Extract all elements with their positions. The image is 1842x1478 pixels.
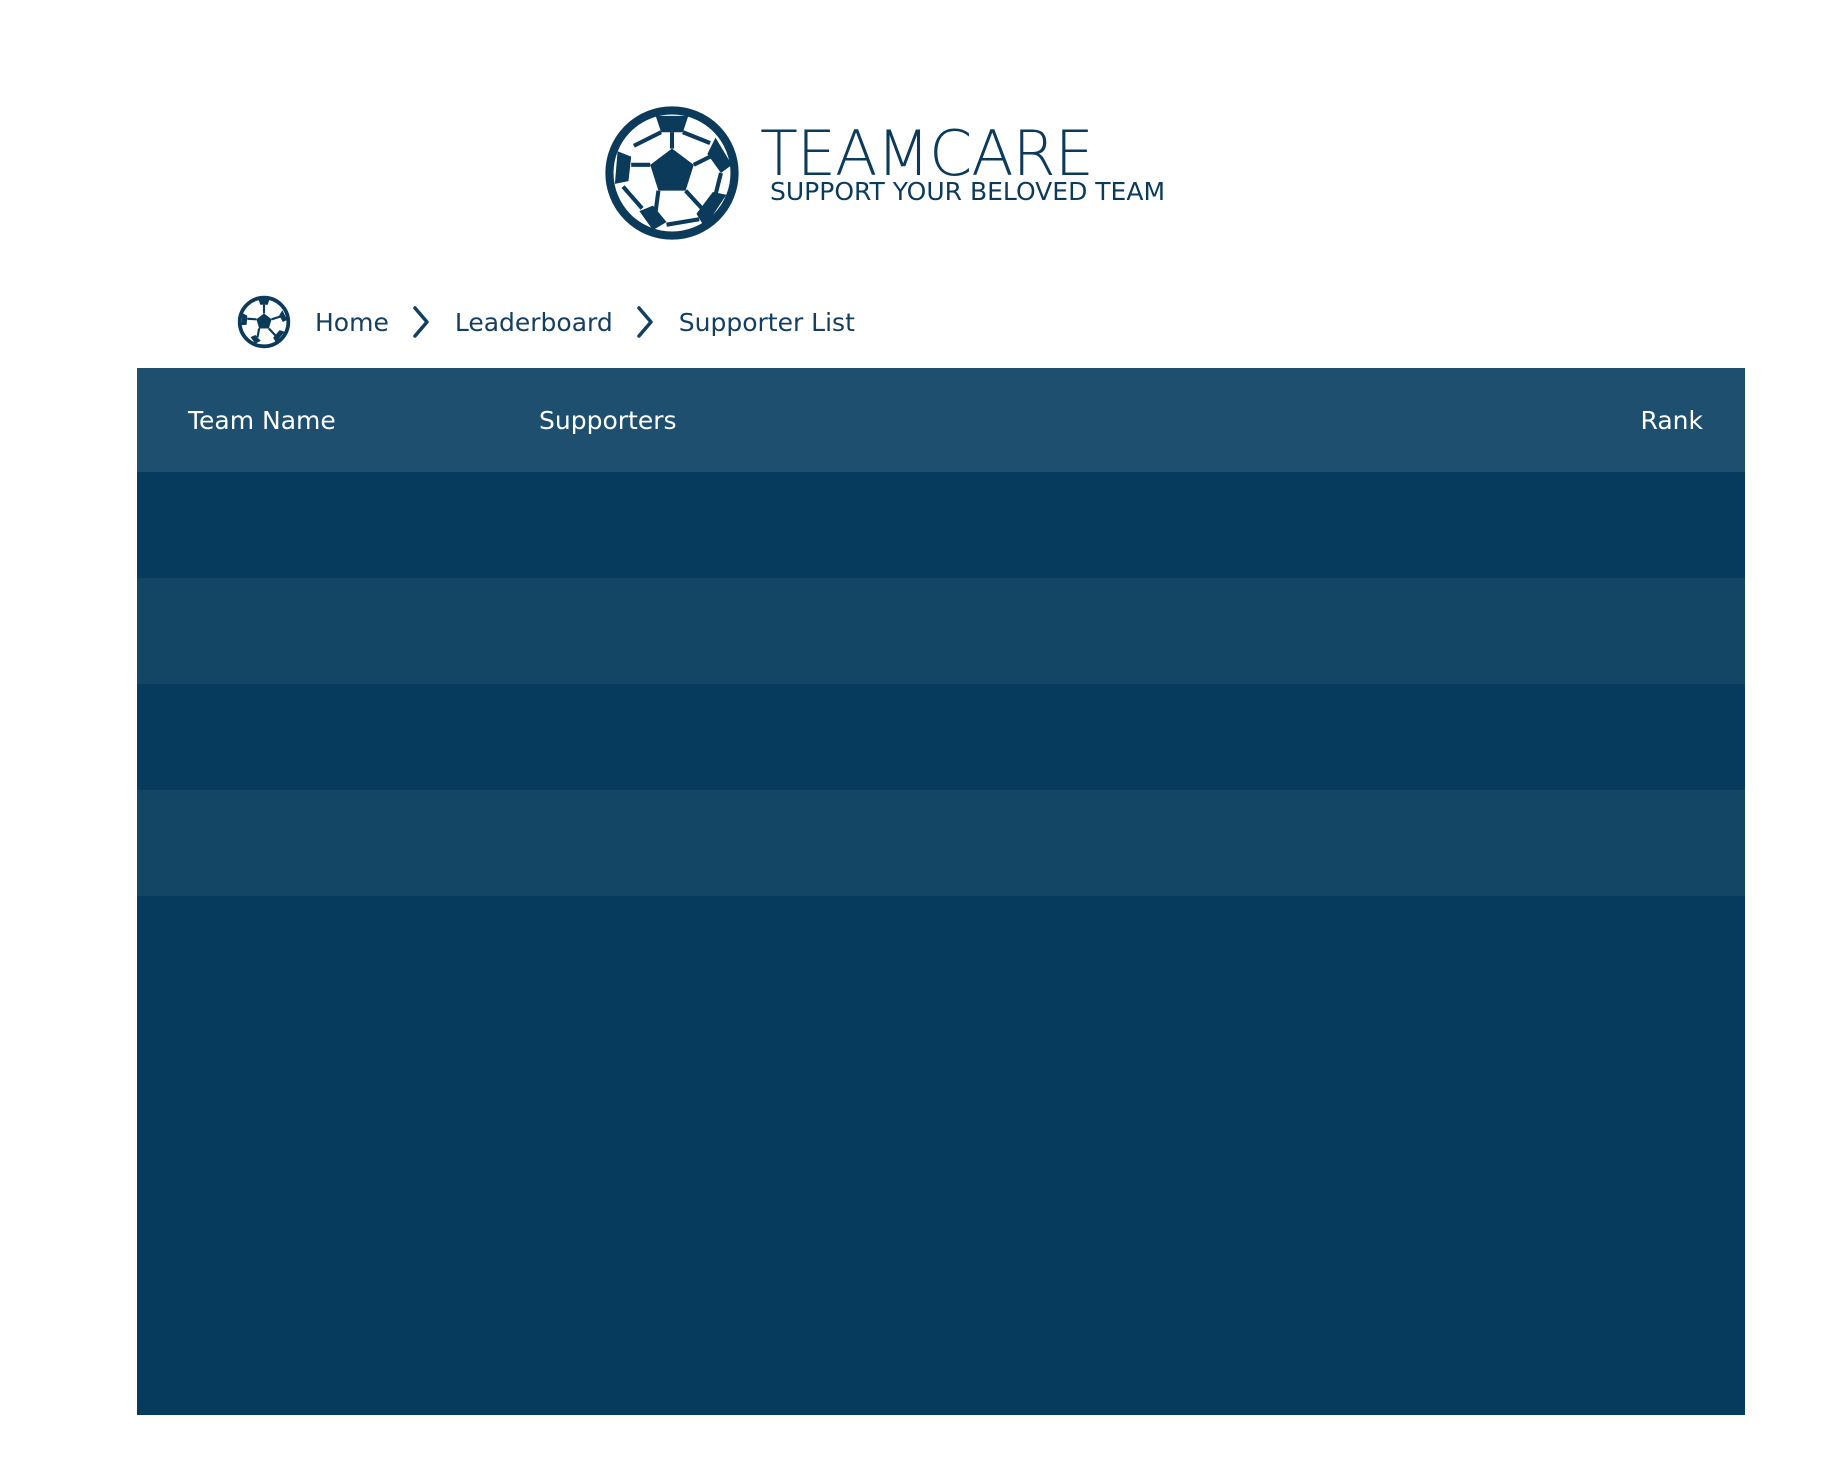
brand-subtitle: SUPPORT YOUR BELOVED TEAM: [770, 177, 1166, 206]
soccer-ball-icon[interactable]: [237, 295, 291, 349]
breadcrumb-leaderboard[interactable]: Leaderboard: [455, 308, 613, 337]
chevron-right-icon: [407, 304, 435, 340]
chevron-right-icon: [631, 304, 659, 340]
brand-logo: TEAMCARE SUPPORT YOUR BELOVED TEAM: [604, 105, 1165, 241]
brand-text: TEAMCARE SUPPORT YOUR BELOVED TEAM: [760, 117, 1166, 206]
breadcrumb-home[interactable]: Home: [315, 308, 389, 337]
table-row[interactable]: [137, 790, 1745, 896]
table-row[interactable]: [137, 472, 1745, 578]
table-header: Team Name Supporters Rank: [137, 368, 1745, 472]
column-header-rank[interactable]: Rank: [1641, 368, 1703, 472]
brand-title: TEAMCARE: [760, 117, 1094, 190]
column-header-supporters[interactable]: Supporters: [539, 368, 677, 472]
table-row[interactable]: [137, 684, 1745, 790]
table-row[interactable]: [137, 578, 1745, 684]
breadcrumb-supporter-list[interactable]: Supporter List: [679, 308, 855, 337]
supporter-table: Team Name Supporters Rank: [137, 368, 1745, 1415]
soccer-ball-icon: [604, 105, 740, 241]
breadcrumb: Home Leaderboard Supporter List: [237, 294, 855, 350]
column-header-team-name[interactable]: Team Name: [188, 368, 336, 472]
